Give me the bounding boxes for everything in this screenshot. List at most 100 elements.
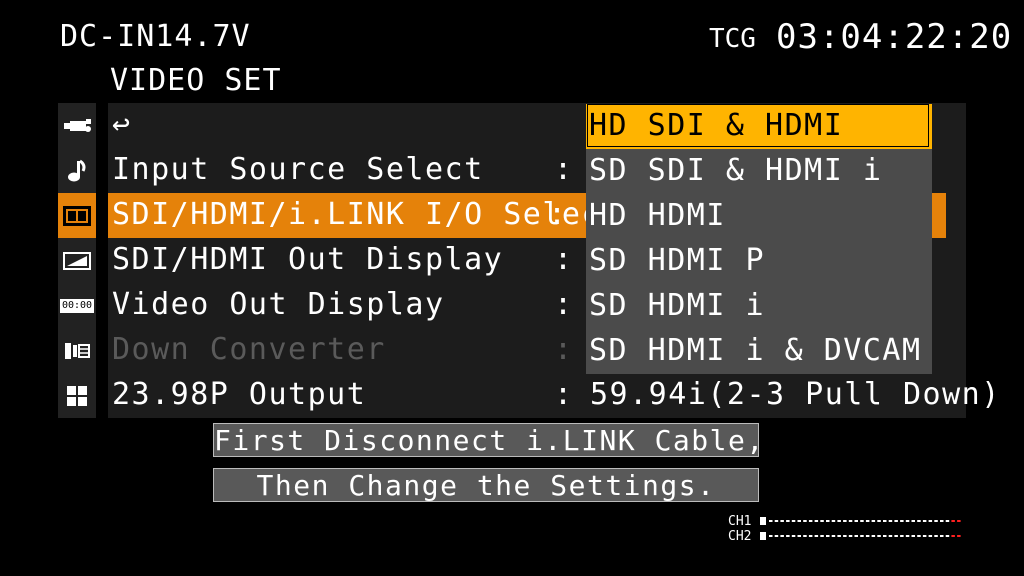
meter-segment [940,520,944,522]
menu-row-label: SDI/HDMI Out Display [112,242,504,277]
meter-segment [831,535,836,537]
menu-row-colon: : [554,287,573,322]
meter-segment [814,535,819,537]
meter-segment [820,520,824,522]
dropdown-option[interactable]: SD HDMI i [586,284,932,329]
meter-segment [894,535,898,537]
meter-segment [797,535,801,537]
meter-segment [877,520,881,522]
meter-segment [883,520,887,522]
ch2-label: CH2 [728,529,752,544]
back-icon: ↩ [112,107,132,142]
meter-segment [917,520,921,522]
menu-row-2398p-output[interactable]: 23.98P Output : 59.94i(2-3 Pull Down) [108,373,999,418]
tcg-label: TCG [709,24,756,54]
meter-segment [900,520,904,522]
meter-segment [820,535,824,537]
meter-segment [957,520,961,522]
ch1-label: CH1 [728,514,752,529]
power-status: DC-IN14.7V [60,19,251,54]
menu-row-colon: : [554,332,573,367]
meter-segment [791,535,796,537]
meter-segment [837,535,841,537]
meter-segment [922,535,927,537]
meter-segment [934,535,938,537]
dropdown-option[interactable]: HD HDMI [586,194,932,239]
meter-segment [780,520,784,522]
meter-segment [877,535,881,537]
meter-segment [803,535,807,537]
meter-segment [791,520,796,522]
meter-segment [831,520,836,522]
meter-segment [769,535,773,537]
meter-segment [940,535,944,537]
meter-segment [871,520,876,522]
meter-segment [951,535,955,537]
menu-icon-column: 00:00 [58,103,96,418]
dropdown-option[interactable]: SD HDMI i & DVCAM [586,329,932,374]
meter-segment [957,535,961,537]
warning-message-line1: First Disconnect i.LINK Cable, [213,423,765,457]
film-strip-icon[interactable] [58,193,96,238]
meter-segment [848,520,853,522]
menu-row-label: Down Converter [112,332,386,367]
meter-segment [951,520,955,522]
meter-segment [945,535,950,537]
meter-segment [917,535,921,537]
meter-segment [928,520,933,522]
audio-note-icon[interactable] [58,148,96,193]
meter-segment [774,535,779,537]
meter-segment [865,535,870,537]
dropdown-option[interactable]: SD HDMI P [586,239,932,284]
meter-segment [797,520,801,522]
timecode-icon[interactable]: 00:00 [58,283,96,328]
warning-message-line2: Then Change the Settings. [213,468,759,502]
meter-segment [826,520,830,522]
meter-segment [774,520,779,522]
meter-segment [808,520,813,522]
meter-segment [871,535,876,537]
dropdown-option[interactable]: HD SDI & HDMI [586,104,932,149]
meter-segment [814,520,819,522]
meter-segment [854,520,858,522]
ch1-level-meter [760,517,961,525]
meter-segment [843,535,847,537]
meter-segment [934,520,938,522]
ch2-level-meter [760,532,961,540]
meter-segment [769,520,773,522]
dropdown-option[interactable]: SD SDI & HDMI i [586,149,932,194]
menu-row-label: Input Source Select [112,152,484,187]
meter-segment [888,520,893,522]
meter-segment [843,520,847,522]
meter-segment [854,535,858,537]
meter-segment [865,520,870,522]
meter-segment [928,535,933,537]
meter-segment [883,535,887,537]
meter-segment [848,535,853,537]
meter-segment [894,520,898,522]
menu-row-colon: : [554,152,573,187]
meter-segment [905,520,910,522]
meter-segment [911,520,915,522]
io-select-dropdown[interactable]: HD SDI & HDMI SD SDI & HDMI i HD HDMI SD… [586,104,932,374]
timecode: 03:04:22:20 [776,17,1013,57]
meter-segment [780,535,784,537]
menu-row-label: Video Out Display [112,287,445,322]
grid-icon[interactable] [58,373,96,418]
menu-title: VIDEO SET [110,63,282,98]
media-icon[interactable] [58,328,96,373]
meter-segment [922,520,927,522]
menu-row-colon: : [548,197,567,232]
camera-icon[interactable] [58,103,96,148]
meter-segment [900,535,904,537]
display-icon[interactable] [58,238,96,283]
meter-segment [888,535,893,537]
meter-segment [905,535,910,537]
meter-segment [786,520,790,522]
meter-segment [860,535,864,537]
meter-segment [837,520,841,522]
meter-segment [860,520,864,522]
menu-row-colon: : [554,242,573,277]
menu-row-label: 23.98P Output [112,377,367,412]
menu-row-value: 59.94i(2-3 Pull Down) [590,377,1001,412]
